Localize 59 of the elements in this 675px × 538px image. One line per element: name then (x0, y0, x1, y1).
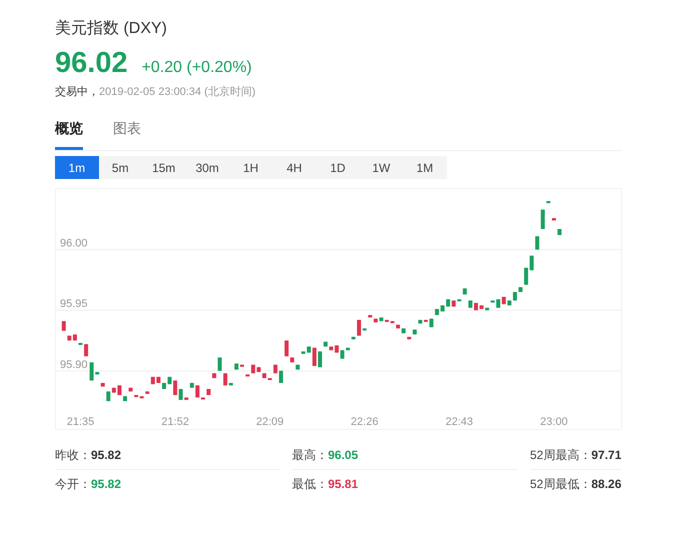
timestamp: 2019-02-05 23:00:34 (北京时间) (99, 84, 256, 100)
candlestick (84, 344, 88, 357)
candlestick (100, 382, 105, 388)
trading-status: 交易中， (55, 84, 99, 100)
stat-label: 最高： (292, 446, 328, 464)
stat-value: 95.82 (91, 448, 122, 462)
period-button[interactable]: 15m (142, 156, 186, 179)
candlestick (540, 209, 545, 230)
axis-label: 22:26 (350, 416, 378, 428)
candlestick (318, 350, 322, 368)
axis-label: 21:52 (161, 416, 189, 428)
period-button[interactable]: 1M (403, 156, 446, 179)
price-change: +0.20 (+0.20%) (142, 59, 252, 77)
candlestick (558, 228, 562, 236)
stat-label: 52周最高： (530, 446, 592, 464)
period-button[interactable]: 1W (360, 156, 403, 179)
candlestick (273, 364, 278, 374)
stat-label: 最低： (292, 476, 328, 492)
stat-value: 95.81 (328, 477, 358, 491)
axis-label: 95.90 (60, 358, 88, 371)
stat-label: 今开： (55, 476, 91, 492)
period-button[interactable]: 5m (98, 156, 142, 179)
period-button[interactable]: 1m (55, 156, 98, 179)
candlestick (351, 336, 356, 340)
period-button[interactable]: 1D (316, 156, 360, 179)
price-value: 96.02 (55, 46, 128, 80)
stat-label: 52周最低： (530, 476, 592, 492)
candlestick (535, 236, 540, 250)
stat-label: 昨收： (55, 446, 91, 464)
candlestick (552, 218, 556, 222)
candlestick (434, 308, 439, 316)
stat-value: 97.71 (591, 448, 622, 462)
tab[interactable]: 概览 (55, 120, 83, 150)
candlestick (546, 200, 550, 204)
candlestick (123, 396, 128, 402)
axis-label: 22:09 (256, 416, 284, 428)
period-button[interactable]: 30m (186, 156, 229, 179)
stat-value: 95.82 (91, 477, 122, 491)
candlestick (462, 288, 467, 295)
candlestick (362, 328, 367, 331)
axis-label: 23:00 (540, 416, 568, 428)
candlestick (402, 328, 406, 334)
page-title: 美元指数 (DXY) (55, 18, 168, 39)
axis-label: 96.00 (60, 238, 88, 250)
stat-value: 96.05 (328, 448, 358, 462)
axis-label: 22:43 (446, 416, 474, 428)
tab[interactable]: 图表 (113, 120, 141, 150)
stat-value: 88.26 (591, 477, 622, 491)
candlestick (357, 319, 361, 336)
candlestick (62, 320, 66, 332)
axis-label: 95.95 (60, 298, 88, 310)
candlestick (240, 364, 244, 368)
period-button[interactable]: 1H (229, 156, 272, 179)
candlestick (279, 370, 284, 384)
candlestick (78, 342, 82, 346)
candlestick (128, 387, 133, 392)
candlestick (234, 363, 238, 370)
axis-label: 21:35 (66, 416, 94, 428)
period-button[interactable]: 4H (272, 156, 316, 179)
